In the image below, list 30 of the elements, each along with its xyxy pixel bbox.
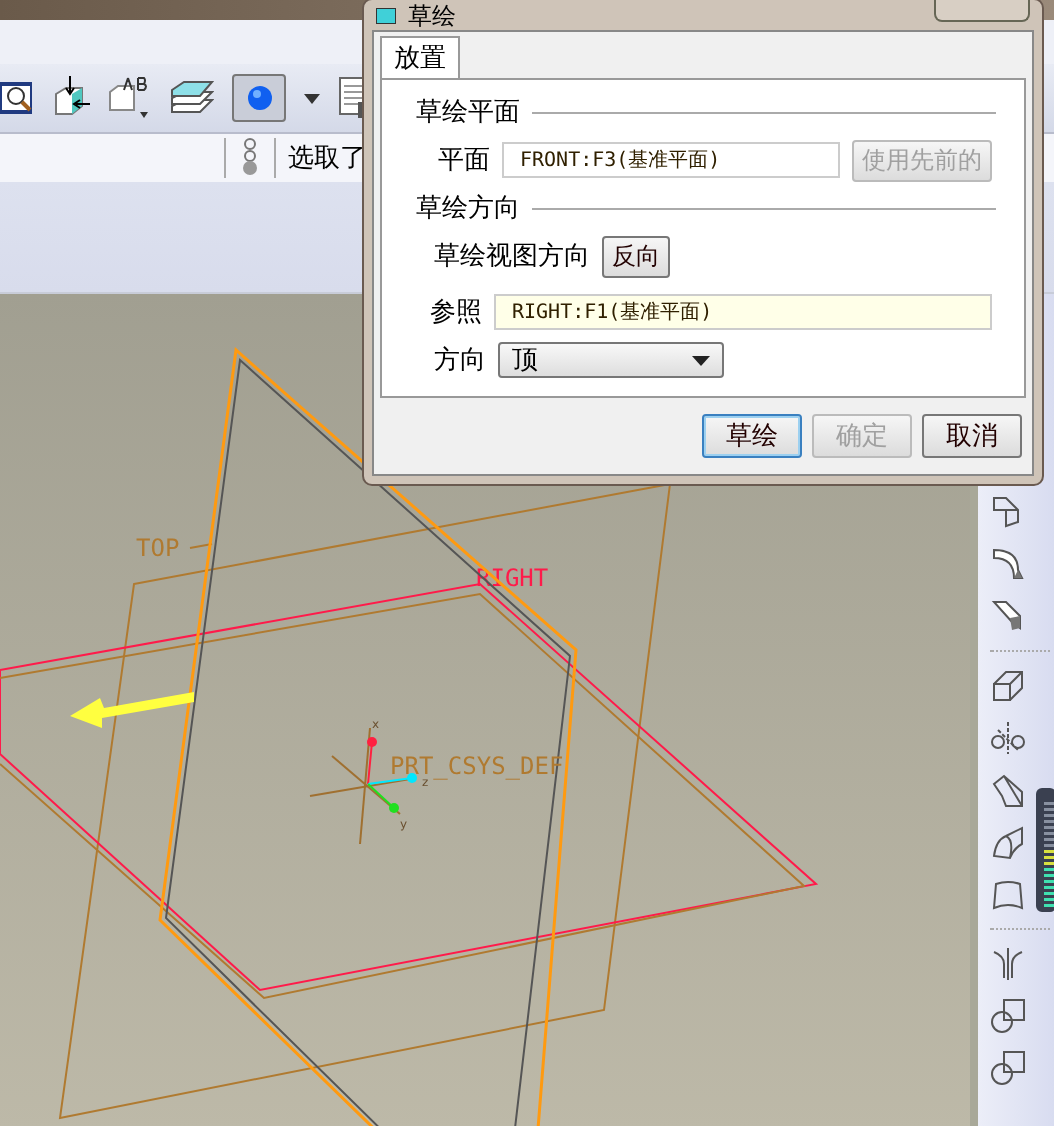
cube-arrows-icon[interactable] [50, 76, 90, 120]
mirror-icon[interactable] [990, 946, 1026, 982]
cube-ab-icon[interactable] [108, 76, 152, 120]
zoom-icon[interactable] [0, 82, 32, 114]
top-plane-label: TOP [136, 534, 180, 562]
layers-icon[interactable] [170, 80, 214, 116]
pin-icon [224, 138, 276, 178]
close-button[interactable] [934, 0, 1030, 22]
shell-box-icon[interactable] [990, 668, 1026, 704]
dialog-button[interactable]: 取消 [922, 414, 1022, 458]
caret-icon[interactable] [304, 93, 320, 103]
sphere-icon [247, 86, 271, 110]
dialog-button[interactable]: 草绘 [702, 414, 802, 458]
meter-drawing [1036, 788, 1054, 912]
sphere-toggle-button[interactable] [232, 74, 286, 122]
field-label: 方向 [434, 344, 486, 378]
flip-button[interactable]: 反向 [602, 235, 670, 277]
reference-field[interactable]: RIGHT:F1(基准平面) [494, 294, 992, 330]
caret-icon [692, 355, 710, 365]
section-heading: 草绘平面 [416, 96, 520, 130]
window-title: 草绘 [408, 1, 456, 29]
section-heading: 草绘方向 [416, 192, 520, 226]
status-text: 选取了 [288, 142, 366, 176]
tab[interactable]: 放置 [380, 36, 460, 78]
field-label: 参照 [430, 296, 482, 330]
field-label: 草绘视图方向 [434, 240, 590, 274]
direction-arrow [70, 692, 194, 728]
field-label: 平面 [438, 144, 490, 178]
direction-dropdown[interactable]: 顶 [498, 342, 724, 378]
plane-field[interactable]: FRONT:F3(基准平面) [502, 142, 840, 178]
